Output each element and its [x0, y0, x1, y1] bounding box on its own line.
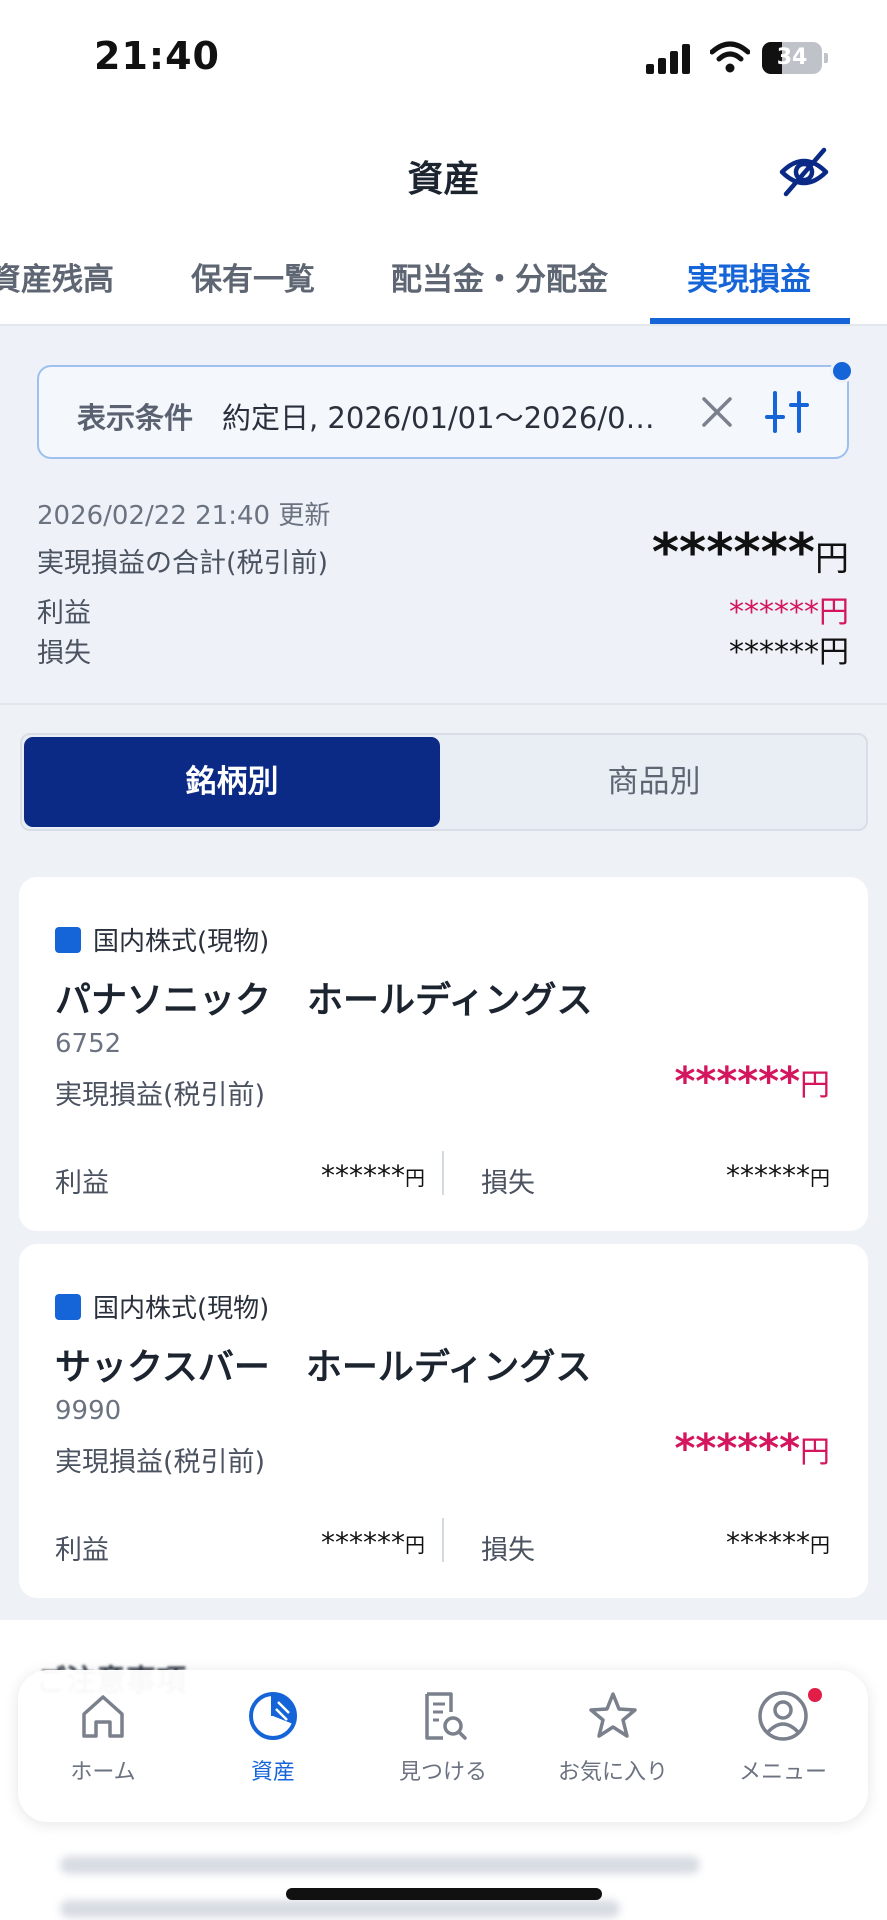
- battery-level: 34: [776, 45, 808, 70]
- nav-label: 見つける: [398, 1760, 487, 1785]
- security-code: 9990: [55, 1396, 122, 1426]
- security-card[interactable]: 国内株式(現物) パナソニック ホールディングス 6752 実現損益(税引前) …: [19, 877, 868, 1231]
- nav-label: ホーム: [70, 1760, 136, 1785]
- wifi-icon: [710, 41, 750, 73]
- card-profit-label: 利益: [55, 1535, 109, 1566]
- profit-label: 利益: [37, 598, 91, 629]
- user-circle-icon: [758, 1691, 808, 1741]
- currency-unit: 円: [815, 539, 849, 579]
- category-color-square: [55, 926, 81, 953]
- home-indicator: [286, 1888, 602, 1900]
- blurred-text-line: [60, 1856, 700, 1874]
- conditions-text: 約定日, 2026/01/01〜2026/0…: [222, 401, 655, 435]
- security-card[interactable]: 国内株式(現物) サックスバー ホールディングス 9990 実現損益(税引前) …: [19, 1244, 868, 1598]
- card-divider: [442, 1151, 444, 1195]
- card-profit-value: ******円: [321, 1526, 425, 1559]
- card-pl-value: ******円: [674, 1059, 830, 1105]
- category-badge: 国内株式(現物): [55, 1288, 269, 1325]
- card-loss-value: ******円: [726, 1526, 830, 1559]
- segment-by-product[interactable]: 商品別: [442, 737, 866, 827]
- blurred-text-line: [60, 1900, 620, 1918]
- card-profit-value: ******円: [321, 1159, 425, 1192]
- card-loss-value: ******円: [726, 1159, 830, 1192]
- star-icon: [589, 1692, 637, 1738]
- clear-conditions-button[interactable]: [694, 389, 740, 435]
- active-tab-indicator: [650, 318, 850, 324]
- cellular-signal-icon: [646, 44, 690, 74]
- notification-badge: [806, 1686, 824, 1704]
- total-pl-value: ******円: [651, 523, 849, 583]
- card-profit-label: 利益: [55, 1168, 109, 1199]
- card-pl-value: ******円: [674, 1426, 830, 1472]
- pie-chart-icon: [249, 1692, 297, 1740]
- hide-amounts-button[interactable]: [776, 144, 832, 200]
- card-pl-label: 実現損益(税引前): [55, 1080, 266, 1111]
- sliders-icon: [765, 391, 809, 433]
- tab-asset-balance[interactable]: 資産残高: [0, 254, 114, 299]
- nav-menu[interactable]: メニュー: [698, 1686, 868, 1808]
- bottom-navigation: ホーム 資産 見つける お気に入り メニュー: [18, 1670, 868, 1822]
- profit-value: ******円: [729, 595, 849, 630]
- asset-tabs: 資産残高 保有一覧 配当金・分配金 実現損益: [0, 230, 887, 326]
- card-pl-label: 実現損益(税引前): [55, 1447, 266, 1478]
- loss-value: ******円: [729, 635, 849, 670]
- nav-label: メニュー: [738, 1760, 827, 1785]
- close-icon: [702, 397, 732, 427]
- display-conditions-field[interactable]: 表示条件 約定日, 2026/01/01〜2026/0…: [37, 365, 849, 459]
- updated-timestamp: 2026/02/22 21:40 更新: [37, 501, 331, 531]
- tab-dividends[interactable]: 配当金・分配金: [391, 254, 608, 299]
- nav-label: 資産: [250, 1760, 295, 1785]
- nav-home[interactable]: ホーム: [18, 1688, 188, 1808]
- app-header: 資産: [0, 120, 887, 230]
- status-time: 21:40: [94, 34, 220, 78]
- nav-label: お気に入り: [557, 1760, 668, 1785]
- tab-realized-pl[interactable]: 実現損益: [687, 254, 811, 299]
- eye-slash-icon: [779, 147, 829, 197]
- security-code: 6752: [55, 1029, 122, 1059]
- category-color-square: [55, 1293, 81, 1320]
- segment-by-security[interactable]: 銘柄別: [24, 737, 440, 827]
- security-name: パナソニック ホールディングス: [55, 980, 593, 1021]
- nav-assets[interactable]: 資産: [188, 1688, 358, 1808]
- app-screen: 21:40 34 資産 資産残高 保有一覧 配当金・分配金 実現損益 表示条件 …: [0, 0, 887, 1920]
- loss-label: 損失: [37, 638, 91, 669]
- conditions-summary: 表示条件 約定日, 2026/01/01〜2026/0… 2026/02/22 …: [0, 327, 887, 705]
- total-pl-label: 実現損益の合計(税引前): [37, 548, 329, 579]
- security-name: サックスバー ホールディングス: [55, 1347, 592, 1388]
- document-search-icon: [425, 1692, 467, 1740]
- battery-icon: 34: [762, 42, 828, 74]
- home-icon: [82, 1695, 124, 1738]
- conditions-label: 表示条件: [77, 401, 194, 435]
- card-divider: [442, 1518, 444, 1562]
- card-loss-label: 損失: [481, 1168, 535, 1199]
- filter-settings-button[interactable]: [762, 387, 812, 437]
- tab-holdings[interactable]: 保有一覧: [191, 254, 315, 299]
- page-title: 資産: [407, 159, 480, 200]
- card-loss-label: 損失: [481, 1535, 535, 1566]
- grouping-segmented-control: 銘柄別 商品別: [20, 733, 868, 831]
- nav-discover[interactable]: 見つける: [358, 1688, 528, 1808]
- status-bar: 21:40 34: [0, 0, 887, 120]
- conditions-active-dot: [830, 359, 854, 383]
- category-badge: 国内株式(現物): [55, 921, 269, 958]
- nav-favorites[interactable]: お気に入り: [528, 1688, 698, 1808]
